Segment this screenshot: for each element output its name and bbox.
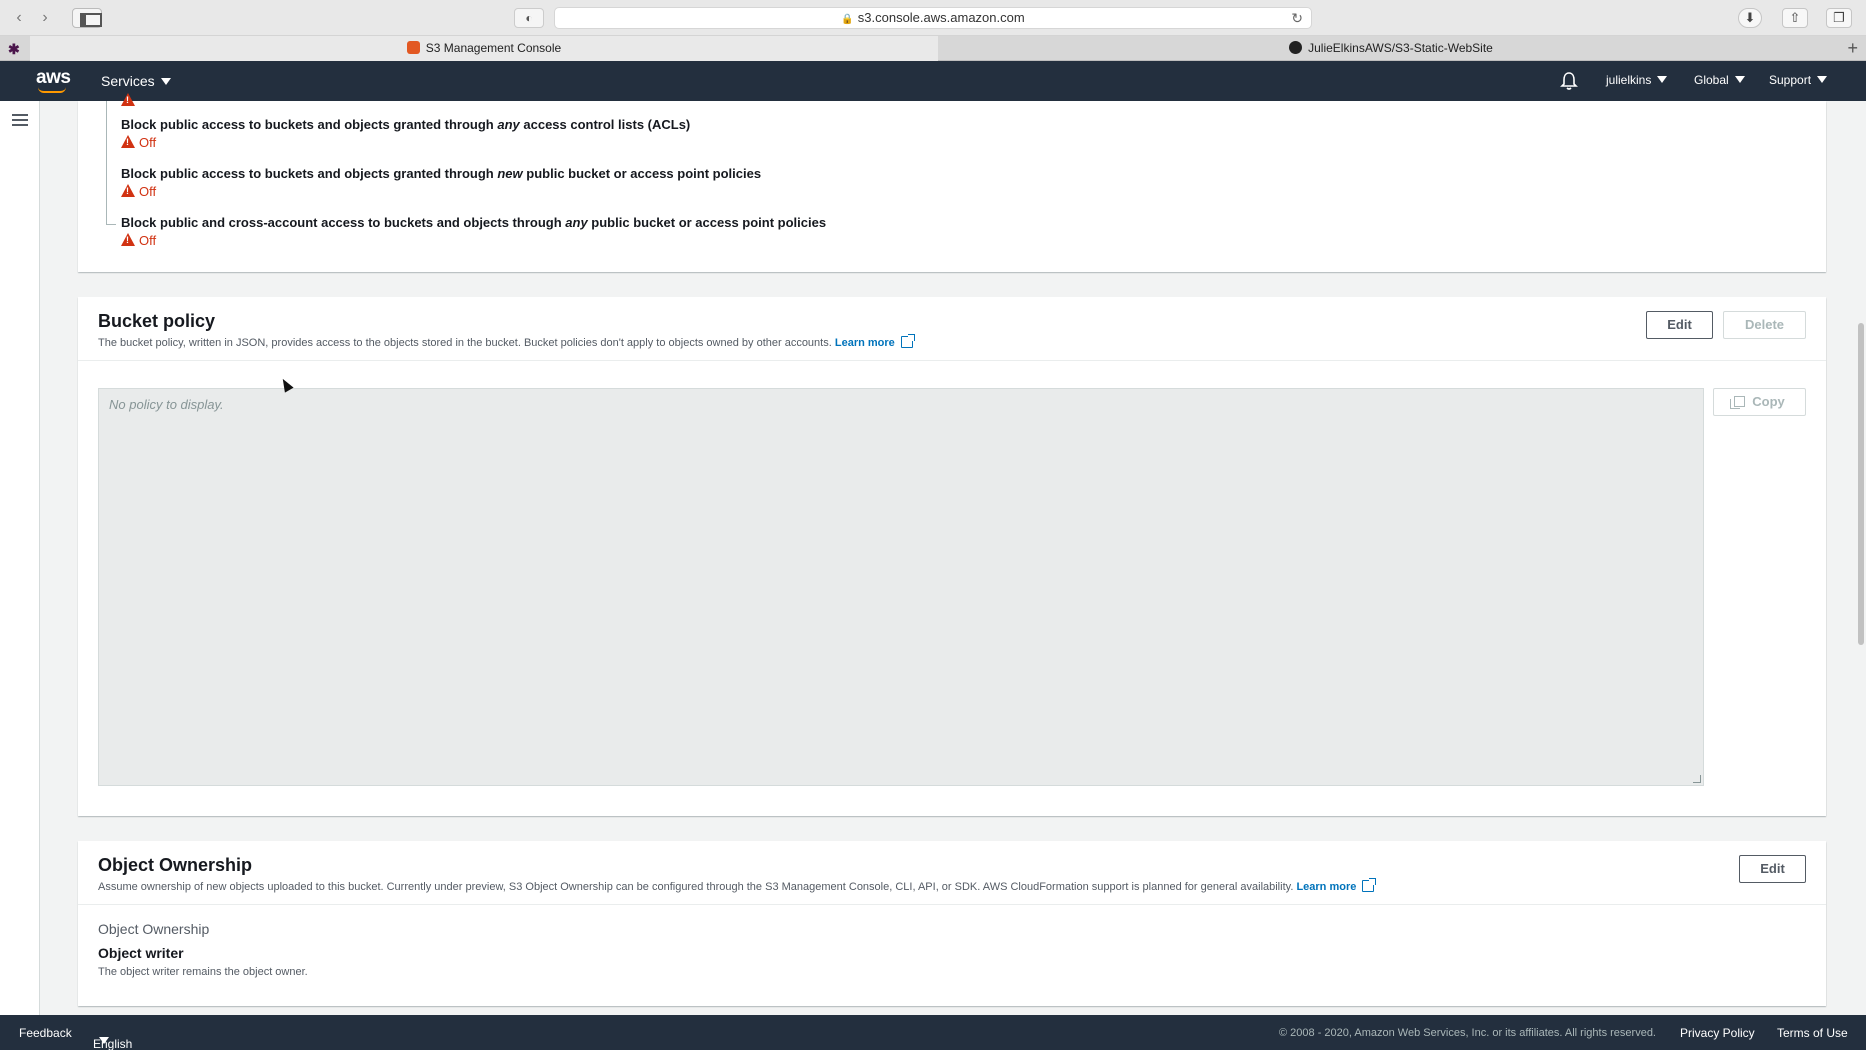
resize-grip-icon[interactable] [1693,775,1701,783]
panel-header: Object Ownership Assume ownership of new… [78,841,1826,905]
services-menu[interactable]: Services [101,73,171,89]
warning-icon [121,184,135,197]
aws-header: aws Services julielkins Global Support [0,61,1866,101]
forward-icon[interactable]: › [34,9,56,27]
scrollbar-thumb[interactable] [1858,323,1864,645]
slack-icon[interactable]: ✱ [8,41,24,57]
caret-down-icon [1817,76,1828,83]
lock-icon: 🔒 [841,14,854,25]
region-menu[interactable]: Global [1694,73,1745,87]
caret-down-icon [160,78,171,85]
tabs-overview-icon[interactable]: ❐ [1826,8,1852,28]
warning-icon [121,135,135,148]
github-favicon-icon [1289,41,1303,54]
address-bar[interactable]: 🔒 s3.console.aws.amazon.com ↻ [554,7,1312,29]
delete-policy-button[interactable]: Delete [1723,311,1806,339]
object-ownership-panel: Object Ownership Assume ownership of new… [78,841,1826,1006]
field-description: The object writer remains the object own… [98,966,308,978]
s3-favicon-icon [406,41,420,54]
browser-tab-strip: S3 Management Console JulieElkinsAWS/S3-… [0,36,1866,61]
ownership-body: Object Ownership Object writer The objec… [78,905,1826,994]
privacy-policy-link[interactable]: Privacy Policy [1680,1026,1755,1040]
policy-textarea[interactable]: No policy to display. [98,388,1704,786]
panel-title: Object Ownership [98,855,253,875]
copy-icon [1730,396,1746,409]
bpa-item-new-policies: Block public access to buckets and objec… [121,166,761,199]
edit-policy-button[interactable]: Edit [1646,311,1713,339]
page-scrollbar[interactable] [1856,101,1866,1015]
panel-description: The bucket policy, written in JSON, prov… [98,334,1806,349]
reload-icon[interactable]: ↻ [1291,8,1303,28]
policy-placeholder: No policy to display. [109,397,224,412]
panel-header: Bucket policy The bucket policy, written… [78,297,1826,361]
field-label: Object Ownership [98,921,210,937]
field-value: Object writer [98,945,184,961]
new-tab-icon[interactable]: + [1847,37,1858,59]
tree-line [106,170,116,225]
partial-status-row [121,93,139,108]
status-off: Off [121,184,761,199]
status-off: Off [121,233,826,248]
downloads-icon[interactable]: ⬇ [1738,8,1762,28]
back-icon[interactable]: ‹ [8,9,30,27]
status-off: Off [121,135,690,150]
bpa-label: Block public and cross-account access to… [121,215,827,230]
account-menu[interactable]: julielkins [1606,73,1668,87]
browser-toolbar: ‹ › ◐ 🔒 s3.console.aws.amazon.com ↻ ⬇ ⇧ ❐ [0,0,1866,36]
caret-down-icon [99,1037,109,1044]
menu-icon[interactable] [12,114,28,126]
learn-more-link[interactable]: Learn more [1296,878,1377,893]
tab-s3-console[interactable]: S3 Management Console [30,36,938,61]
learn-more-link[interactable]: Learn more [835,334,915,349]
copyright-text: © 2008 - 2020, Amazon Web Services, Inc.… [1279,1027,1656,1039]
warning-icon [121,233,135,246]
aws-footer: Feedback English (US) © 2008 - 2020, Ama… [0,1015,1866,1050]
share-icon[interactable]: ⇧ [1782,8,1808,28]
caret-down-icon [1734,76,1745,83]
bpa-item-cross-account: Block public and cross-account access to… [121,215,826,248]
bpa-label: Block public access to buckets and objec… [121,166,762,181]
tab-github-repo[interactable]: JulieElkinsAWS/S3-Static-WebSite [938,36,1844,61]
bucket-policy-panel: Bucket policy The bucket policy, written… [78,297,1826,816]
panel-description: Assume ownership of new objects uploaded… [98,878,1806,893]
external-link-icon [900,334,915,348]
sidebar-toggle-icon[interactable] [72,8,102,28]
aws-logo[interactable]: aws [36,67,71,95]
panel-title: Bucket policy [98,311,216,331]
bpa-item-acls: Block public access to buckets and objec… [121,117,690,150]
edit-ownership-button[interactable]: Edit [1739,855,1806,883]
caret-down-icon [1657,76,1668,83]
bpa-label: Block public access to buckets and objec… [121,117,691,132]
side-navigation-rail [0,101,40,1015]
support-menu[interactable]: Support [1769,73,1828,87]
copy-button[interactable]: Copy [1713,388,1806,416]
url-text: s3.console.aws.amazon.com [857,10,1025,25]
bell-icon[interactable] [1560,71,1578,91]
feedback-link[interactable]: Feedback [19,1026,72,1040]
privacy-shield-icon[interactable]: ◐ [514,8,544,28]
warning-icon [121,93,135,106]
terms-of-use-link[interactable]: Terms of Use [1777,1026,1848,1040]
external-link-icon [1362,878,1377,892]
